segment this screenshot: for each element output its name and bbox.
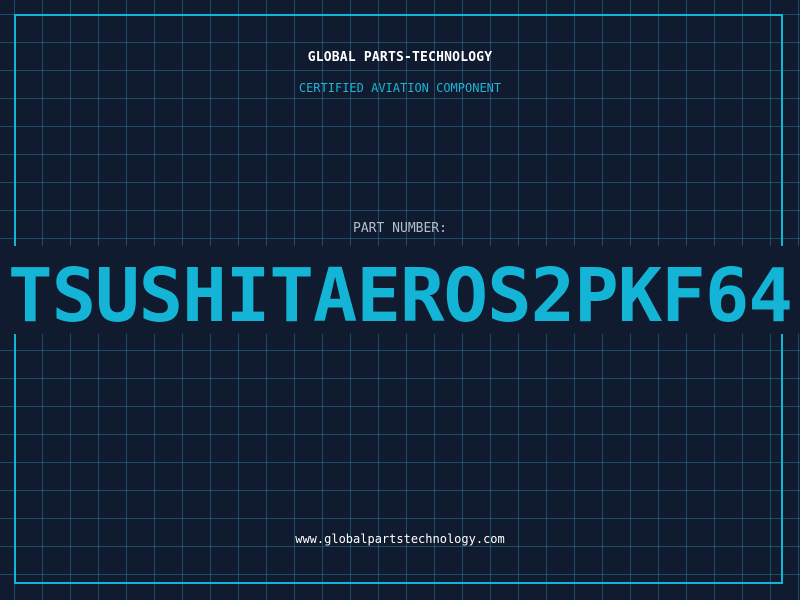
website-url: www.globalpartstechnology.com — [295, 532, 505, 546]
certificate-canvas: GLOBAL PARTS-TECHNOLOGY CERTIFIED AVIATI… — [0, 0, 800, 600]
company-name: GLOBAL PARTS-TECHNOLOGY — [307, 50, 493, 65]
part-number-band: TSUSHITAEROS2PKF64 — [0, 246, 800, 334]
part-number-value: TSUSHITAEROS2PKF64 — [8, 253, 793, 334]
certificate-subtitle: CERTIFIED AVIATION COMPONENT — [298, 81, 502, 95]
part-number-label: PART NUMBER: — [353, 221, 447, 236]
